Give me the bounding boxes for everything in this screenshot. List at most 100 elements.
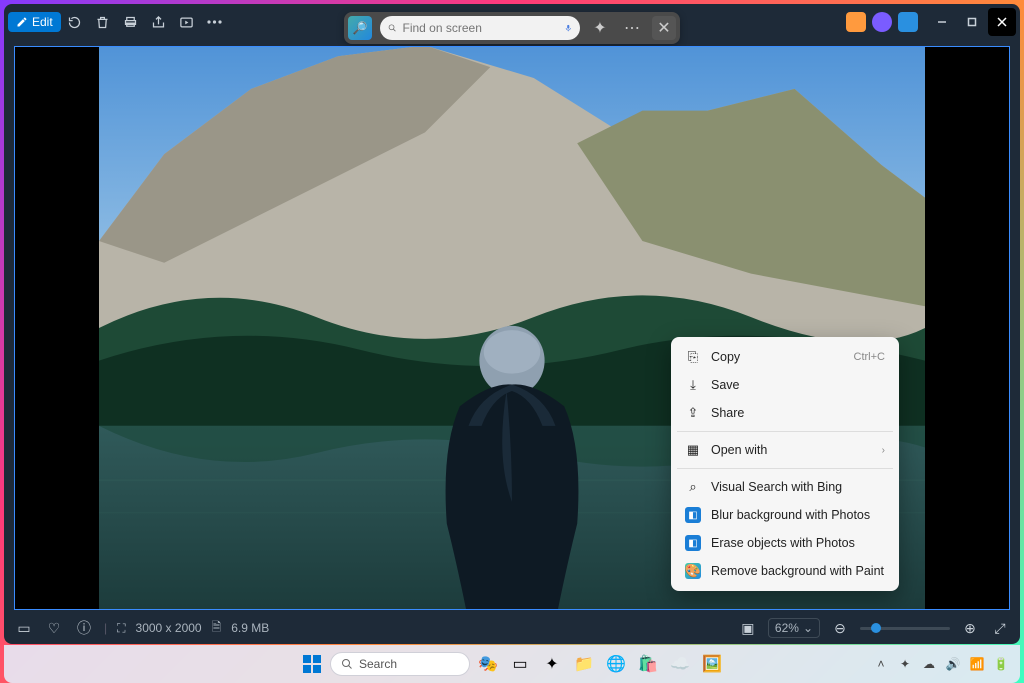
rotate-button[interactable] — [61, 8, 89, 36]
ctx-copy-shortcut: Ctrl+C — [854, 351, 885, 363]
filmstrip-button[interactable]: ▭ — [14, 614, 34, 642]
copy-icon: ⎘ — [685, 349, 701, 365]
more-button[interactable] — [201, 8, 229, 36]
print-button[interactable] — [117, 8, 145, 36]
ctx-remove-bg[interactable]: 🎨 Remove background with Paint — [677, 557, 893, 585]
ctx-separator — [677, 431, 893, 432]
resolution-icon: ⛶ — [117, 621, 125, 636]
share-icon: ⇪ — [685, 405, 701, 421]
close-button[interactable] — [988, 8, 1016, 36]
zoom-slider[interactable] — [860, 627, 950, 630]
taskbar-search-label: Search — [359, 657, 397, 671]
slideshow-button[interactable] — [173, 8, 201, 36]
zoom-value: 62% — [775, 621, 799, 635]
close-icon — [997, 17, 1007, 27]
taskbar-app-explorer[interactable]: 📁 — [570, 650, 598, 678]
delete-button[interactable] — [89, 8, 117, 36]
slider-thumb[interactable] — [871, 623, 881, 633]
edit-button[interactable]: Edit — [8, 12, 61, 32]
search-input-wrap[interactable] — [380, 16, 580, 40]
tray-onedrive-icon[interactable]: ☁ — [920, 655, 938, 673]
tray-volume-icon[interactable]: 🔊 — [944, 655, 962, 673]
ctx-erase-label: Erase objects with Photos — [711, 536, 855, 550]
chevron-down-icon: ⌄ — [803, 621, 813, 635]
ctx-blur-label: Blur background with Photos — [711, 508, 870, 522]
taskbar-search[interactable]: Search — [330, 652, 470, 676]
taskbar-app-store[interactable]: 🛍️ — [634, 650, 662, 678]
windows-icon — [303, 655, 321, 673]
mic-icon[interactable] — [564, 22, 573, 34]
screen-search-bar: 🔎 ✦ ⋯ ✕ — [344, 12, 680, 44]
search-icon — [341, 658, 353, 670]
context-menu: ⎘ Copy Ctrl+C ⤓ Save ⇪ Share ▦ Open with… — [671, 337, 899, 591]
util-app-3[interactable] — [898, 12, 918, 32]
more-icon — [207, 20, 222, 24]
ctx-separator — [677, 468, 893, 469]
title-util-apps — [846, 12, 918, 32]
chevron-right-icon: › — [882, 445, 885, 456]
photos-icon: ◧ — [685, 535, 701, 551]
search-icon — [388, 22, 397, 34]
zoom-dropdown[interactable]: 62% ⌄ — [768, 618, 820, 638]
tray-wifi-icon[interactable]: 📶 — [968, 655, 986, 673]
maximize-icon — [967, 17, 977, 27]
status-filesize: 6.9 MB — [231, 621, 269, 635]
taskbar-app-edge[interactable]: 🌐 — [602, 650, 630, 678]
minimize-button[interactable] — [928, 8, 956, 36]
search-app-icon: 🔎 — [348, 16, 372, 40]
ctx-visualsearch-label: Visual Search with Bing — [711, 480, 842, 494]
search-input[interactable] — [403, 21, 558, 35]
util-app-2[interactable] — [872, 12, 892, 32]
edit-icon — [16, 16, 28, 28]
ctx-share[interactable]: ⇪ Share — [677, 399, 893, 427]
zoom-in-button[interactable]: ⊕ — [960, 614, 980, 642]
ctx-openwith-label: Open with — [711, 443, 767, 457]
ctx-open-with[interactable]: ▦ Open with › — [677, 436, 893, 464]
fullscreen-button[interactable]: ⤢ — [990, 614, 1010, 642]
paint-icon: 🎨 — [685, 563, 701, 579]
trash-icon — [95, 15, 110, 30]
filesize-icon: 🗎 — [212, 618, 222, 639]
share-button[interactable] — [145, 8, 173, 36]
search-close-button[interactable]: ✕ — [652, 16, 676, 40]
print-icon — [123, 15, 138, 30]
tray-icon-1[interactable]: ✦ — [896, 655, 914, 673]
photos-app-window: Edit 🔎 ✦ ⋯ ✕ — [4, 4, 1020, 644]
ctx-removebg-label: Remove background with Paint — [711, 564, 884, 578]
status-bar: ▭ ♡ ⓘ | ⛶ 3000 x 2000 🗎 6.9 MB ▣ 62% ⌄ ⊖… — [4, 612, 1020, 644]
edit-label: Edit — [32, 15, 53, 29]
minimize-icon — [937, 17, 947, 27]
photos-icon: ◧ — [685, 507, 701, 523]
canvas-wrap: ⎘ Copy Ctrl+C ⤓ Save ⇪ Share ▦ Open with… — [4, 40, 1020, 612]
zoom-out-button[interactable]: ⊖ — [830, 614, 850, 642]
util-app-1[interactable] — [846, 12, 866, 32]
visual-search-icon: ⌕ — [685, 479, 701, 495]
openwith-icon: ▦ — [685, 442, 701, 458]
windows-taskbar: Search 🎭 ▭ ✦ 📁 🌐 🛍️ ☁️ 🖼️ ˄ ✦ ☁ 🔊 📶 🔋 — [4, 645, 1020, 683]
maximize-button[interactable] — [958, 8, 986, 36]
tray-battery-icon[interactable]: 🔋 — [992, 655, 1010, 673]
taskbar-app-taskview[interactable]: ▭ — [506, 650, 534, 678]
copilot-icon[interactable]: ✦ — [588, 16, 612, 40]
start-button[interactable] — [298, 650, 326, 678]
taskbar-app-news[interactable]: 🎭 — [474, 650, 502, 678]
ctx-copy[interactable]: ⎘ Copy Ctrl+C — [677, 343, 893, 371]
search-more-icon[interactable]: ⋯ — [620, 16, 644, 40]
status-dimensions: 3000 x 2000 — [136, 621, 202, 635]
ctx-blur[interactable]: ◧ Blur background with Photos — [677, 501, 893, 529]
window-controls — [928, 8, 1016, 36]
ctx-visual-search[interactable]: ⌕ Visual Search with Bing — [677, 473, 893, 501]
taskbar-app-copilot[interactable]: ✦ — [538, 650, 566, 678]
ctx-erase[interactable]: ◧ Erase objects with Photos — [677, 529, 893, 557]
system-tray: ˄ ✦ ☁ 🔊 📶 🔋 — [872, 655, 1010, 673]
favorite-button[interactable]: ♡ — [44, 614, 64, 642]
share-icon — [151, 15, 166, 30]
ctx-save[interactable]: ⤓ Save — [677, 371, 893, 399]
taskbar-app-photos[interactable]: 🖼️ — [698, 650, 726, 678]
tray-chevron[interactable]: ˄ — [872, 655, 890, 673]
image-canvas[interactable]: ⎘ Copy Ctrl+C ⤓ Save ⇪ Share ▦ Open with… — [14, 46, 1010, 610]
taskbar-app-weather[interactable]: ☁️ — [666, 650, 694, 678]
fit-button[interactable]: ▣ — [738, 614, 758, 642]
info-button[interactable]: ⓘ — [74, 614, 94, 642]
slideshow-icon — [179, 15, 194, 30]
